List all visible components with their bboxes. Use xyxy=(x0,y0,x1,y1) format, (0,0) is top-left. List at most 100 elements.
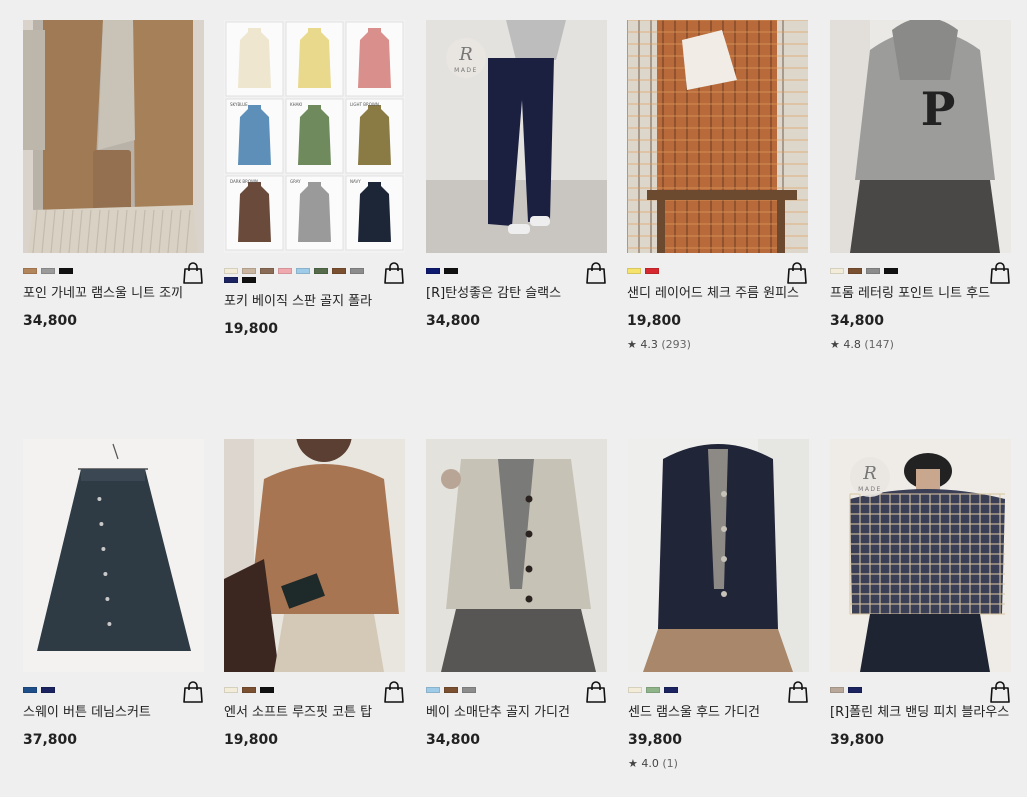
shopping-bag-icon[interactable] xyxy=(182,261,204,285)
color-swatch[interactable] xyxy=(866,268,880,274)
color-swatch[interactable] xyxy=(664,687,678,693)
product-photo: R MADE xyxy=(426,20,607,253)
product-card: 엔서 소프트 루즈핏 코튼 탑 19,800 xyxy=(224,439,405,748)
product-meta xyxy=(224,680,405,708)
product-image[interactable]: SKYBLUE KHAKI LIGHT BROWN DARK BROWN GRAY NAV… xyxy=(224,20,405,253)
shopping-bag-icon[interactable] xyxy=(182,680,204,704)
product-image[interactable]: P xyxy=(830,20,1011,253)
product-meta xyxy=(23,261,204,289)
product-image[interactable] xyxy=(627,20,808,253)
color-swatch[interactable] xyxy=(242,268,256,274)
color-swatch[interactable] xyxy=(627,268,641,274)
product-price: 34,800 xyxy=(426,732,481,748)
review-count: (147) xyxy=(864,338,894,351)
product-price: 34,800 xyxy=(830,313,885,329)
color-swatch[interactable] xyxy=(444,687,458,693)
color-swatch[interactable] xyxy=(830,687,844,693)
color-swatch[interactable] xyxy=(628,687,642,693)
color-swatches xyxy=(224,261,380,283)
product-card: R MADE [R]폴린 체크 밴딩 피치 블라우스 39,800 xyxy=(830,439,1011,748)
color-swatch[interactable] xyxy=(242,277,256,283)
shopping-bag-icon[interactable] xyxy=(383,261,405,285)
product-meta xyxy=(224,261,405,297)
product-photo xyxy=(426,439,607,672)
hoodie-letter: P xyxy=(921,82,956,136)
product-meta xyxy=(426,261,607,289)
product-price: 19,800 xyxy=(627,313,682,329)
color-swatch[interactable] xyxy=(41,687,55,693)
color-swatch[interactable] xyxy=(350,268,364,274)
product-image[interactable] xyxy=(23,439,204,672)
product-image[interactable] xyxy=(628,439,809,672)
rating-score: ★ 4.8 xyxy=(830,338,861,351)
color-swatch[interactable] xyxy=(260,687,274,693)
color-swatch[interactable] xyxy=(848,268,862,274)
product-card: R MADE [R]탄성좋은 감탄 슬랙스 34,800 xyxy=(426,20,607,329)
badge-letter: R xyxy=(862,463,877,484)
product-photo xyxy=(23,20,204,253)
color-swatches xyxy=(628,680,778,693)
shopping-bag-icon[interactable] xyxy=(786,261,808,285)
product-price: 19,800 xyxy=(224,732,279,748)
color-swatch[interactable] xyxy=(242,687,256,693)
color-swatch[interactable] xyxy=(260,268,274,274)
color-swatch[interactable] xyxy=(224,268,238,274)
color-swatch[interactable] xyxy=(59,268,73,274)
color-swatch[interactable] xyxy=(426,268,440,274)
review-count: (1) xyxy=(662,757,678,770)
color-swatch[interactable] xyxy=(278,268,292,274)
product-price: 34,800 xyxy=(426,313,481,329)
color-swatch[interactable] xyxy=(41,268,55,274)
product-rating: ★ 4.3 (293) xyxy=(627,338,808,351)
product-card: 센드 램스울 후드 가디건 39,800 ★ 4.0 (1) xyxy=(628,439,809,770)
color-swatch[interactable] xyxy=(830,268,844,274)
product-card: 포인 가네꼬 램스울 니트 조끼 34,800 xyxy=(23,20,204,329)
product-image[interactable] xyxy=(23,20,204,253)
color-swatches xyxy=(426,261,576,274)
color-swatch[interactable] xyxy=(646,687,660,693)
color-label: DARK BROWN xyxy=(230,179,258,184)
product-card: SKYBLUE KHAKI LIGHT BROWN DARK BROWN GRAY NAV… xyxy=(224,20,405,337)
color-swatch[interactable] xyxy=(23,687,37,693)
color-swatch[interactable] xyxy=(645,268,659,274)
color-swatches xyxy=(627,261,777,274)
product-photo: SKYBLUE KHAKI LIGHT BROWN DARK BROWN GRAY NAV… xyxy=(224,20,405,253)
color-swatch[interactable] xyxy=(426,687,440,693)
color-label: NAVY xyxy=(350,179,361,184)
product-price: 19,800 xyxy=(224,321,279,337)
product-image[interactable]: R MADE xyxy=(830,439,1011,672)
color-swatch[interactable] xyxy=(296,268,310,274)
shopping-bag-icon[interactable] xyxy=(989,680,1011,704)
product-image[interactable] xyxy=(224,439,405,672)
color-swatch[interactable] xyxy=(23,268,37,274)
shopping-bag-icon[interactable] xyxy=(787,680,809,704)
color-swatch[interactable] xyxy=(848,687,862,693)
product-card: 베이 소매단추 골지 가디건 34,800 xyxy=(426,439,607,748)
color-swatch[interactable] xyxy=(462,687,476,693)
shopping-bag-icon[interactable] xyxy=(585,261,607,285)
product-rating: ★ 4.8 (147) xyxy=(830,338,1011,351)
product-price: 37,800 xyxy=(23,732,78,748)
product-rating: ★ 4.0 (1) xyxy=(628,757,809,770)
product-image[interactable]: R MADE xyxy=(426,20,607,253)
shopping-bag-icon[interactable] xyxy=(585,680,607,704)
color-swatch[interactable] xyxy=(224,687,238,693)
shopping-bag-icon[interactable] xyxy=(383,680,405,704)
product-photo: R MADE xyxy=(830,439,1011,672)
product-card: 스웨이 버튼 데님스커트 37,800 xyxy=(23,439,204,748)
color-swatch[interactable] xyxy=(314,268,328,274)
product-image[interactable] xyxy=(426,439,607,672)
color-swatch[interactable] xyxy=(224,277,238,283)
color-swatch[interactable] xyxy=(332,268,346,274)
color-swatches xyxy=(830,261,980,274)
product-meta xyxy=(830,261,1011,289)
shopping-bag-icon[interactable] xyxy=(989,261,1011,285)
color-swatch[interactable] xyxy=(444,268,458,274)
color-swatch[interactable] xyxy=(884,268,898,274)
product-price: 34,800 xyxy=(23,313,78,329)
product-photo xyxy=(628,439,809,672)
color-label: KHAKI xyxy=(290,102,302,107)
product-meta xyxy=(628,680,809,708)
product-card: 샌디 레이어드 체크 주름 원피스 19,800 ★ 4.3 (293) xyxy=(627,20,808,351)
badge-text: MADE xyxy=(454,67,478,74)
